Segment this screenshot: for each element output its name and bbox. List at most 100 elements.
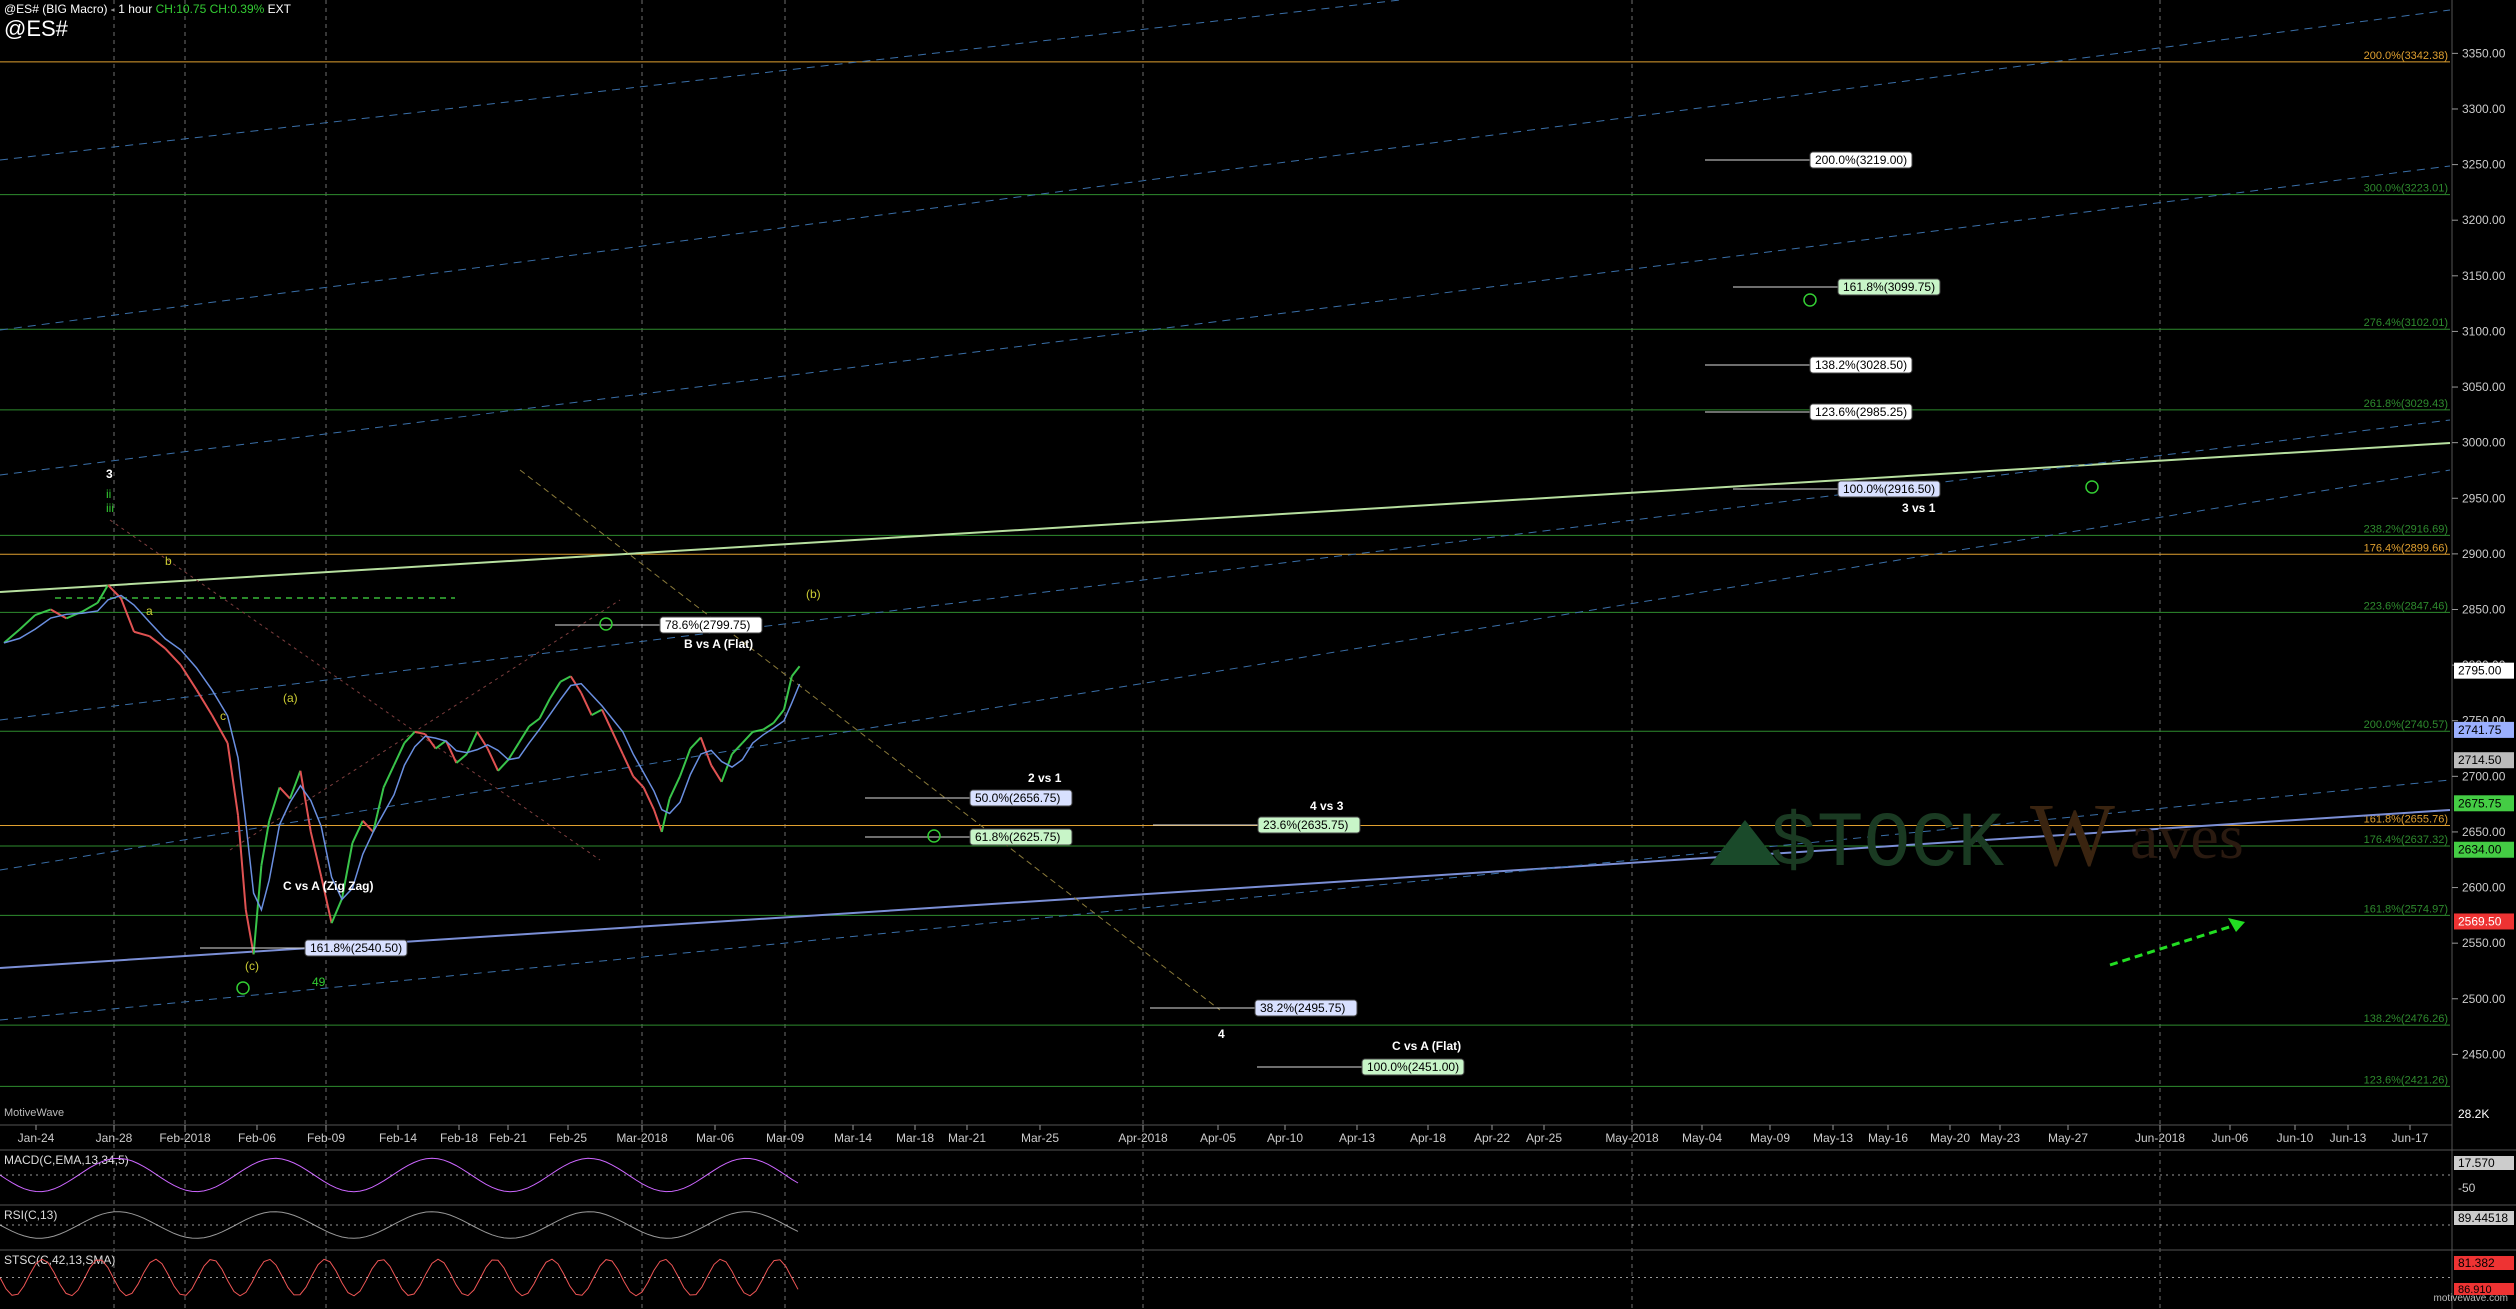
chart-title: @ES# (BIG Macro) - 1 hour: [4, 2, 153, 16]
x-tick-label: Jun-06: [2212, 1131, 2249, 1145]
target-label: 123.6%(2985.25): [1815, 405, 1907, 419]
wave-label: a: [146, 604, 153, 618]
target-label: 100.0%(2916.50): [1843, 482, 1935, 496]
wave-label: iii: [106, 501, 114, 515]
price-segment: [720, 753, 733, 783]
wave-label: 3: [106, 467, 113, 481]
wave-label: (b): [806, 587, 821, 601]
target-label: 78.6%(2799.75): [665, 618, 750, 632]
target-label: 200.0%(3219.00): [1815, 153, 1907, 167]
x-tick-label: Mar-18: [896, 1131, 934, 1145]
y-tick-label: 3050.00: [2462, 380, 2506, 394]
x-tick-label: Feb-25: [549, 1131, 587, 1145]
x-tick-label: Feb-21: [489, 1131, 527, 1145]
y-tick-label: 3250.00: [2462, 158, 2506, 172]
channel-line: [0, 0, 1405, 161]
projection-dashed: [519, 469, 1221, 1011]
y-tick-label: 2950.00: [2462, 491, 2506, 505]
target-label: 23.6%(2635.75): [1263, 818, 1348, 832]
fib-level-label: 223.6%(2847.46): [2364, 600, 2448, 612]
wave-label: C vs A (Flat): [1392, 1039, 1461, 1053]
price-segment: [81, 601, 99, 613]
price-segment: [559, 675, 572, 683]
channel-line: [0, 9, 2451, 331]
fib-level-label: 276.4%(3102.01): [2364, 317, 2448, 329]
indicator-value: 17.570: [2458, 1156, 2495, 1170]
target-label: 100.0%(2451.00): [1367, 1060, 1459, 1074]
y-tick-label: 3200.00: [2462, 213, 2506, 227]
motivewave-footer: motivewave.com: [2433, 1293, 2508, 1304]
wave-circle: [2085, 480, 2099, 494]
projection-arrow: [2109, 920, 2246, 967]
x-tick-label: Mar-06: [696, 1131, 734, 1145]
x-tick-label: Mar-09: [766, 1131, 804, 1145]
svg-text:W: W: [2030, 786, 2115, 885]
price-tag-label: 2634.00: [2458, 843, 2502, 857]
y-tick-label: 3150.00: [2462, 269, 2506, 283]
target-label: 38.2%(2495.75): [1260, 1001, 1345, 1015]
price-tag-label: 2795.00: [2458, 664, 2502, 678]
fib-level-label: 161.8%(2574.97): [2364, 903, 2448, 915]
fib-level-label: 123.6%(2421.26): [2364, 1074, 2448, 1086]
y-tick-label: 2650.00: [2462, 825, 2506, 839]
y-tick-label: 3350.00: [2462, 46, 2506, 60]
price-segment: [642, 787, 655, 811]
indicator-value: 89.44518: [2458, 1211, 2508, 1225]
x-tick-label: Feb-14: [379, 1131, 417, 1145]
price-tag-label: 2741.75: [2458, 723, 2502, 737]
price-segment: [403, 731, 416, 744]
target-label: 161.8%(2540.50): [310, 941, 402, 955]
fib-level-label: 138.2%(2476.26): [2364, 1013, 2448, 1025]
wave-label: 2 vs 1: [1028, 771, 1062, 785]
price-series: [3, 584, 801, 955]
price-segment: [414, 730, 426, 736]
x-tick-label: Jun-17: [2392, 1131, 2429, 1145]
price-segment: [611, 731, 624, 755]
x-tick-label: Mar-21: [948, 1131, 986, 1145]
x-tick-label: Jun-10: [2277, 1131, 2314, 1145]
x-tick-label: Apr-25: [1526, 1131, 1562, 1145]
y-tick-label: 3300.00: [2462, 102, 2506, 116]
price-segment: [549, 681, 562, 699]
price-segment: [195, 689, 213, 716]
price-axis: 2450.00 2500.00 2550.00 2600.00 2650.00 2700.…: [2451, 0, 2516, 1309]
price-segment: [237, 815, 247, 910]
indicator-label: RSI(C,13): [4, 1208, 57, 1222]
price-segment: [507, 742, 520, 761]
price-segment: [653, 809, 663, 833]
price-tag-label: 2714.50: [2458, 753, 2502, 767]
wave-label: c: [220, 709, 226, 723]
x-tick-label: Feb-06: [238, 1131, 276, 1145]
price-segment: [330, 898, 343, 924]
price-segment: [362, 820, 374, 833]
y-tick-label: 3000.00: [2462, 436, 2506, 450]
price-tag-label: 2675.75: [2458, 796, 2502, 810]
y-tick-label: 2450.00: [2462, 1047, 2506, 1061]
channel-line: [0, 165, 2451, 476]
x-tick-label: Feb-09: [307, 1131, 345, 1145]
x-tick-label: Apr-22: [1474, 1131, 1510, 1145]
wave-label: B vs A (Flat): [684, 637, 753, 651]
projection-arrowhead: [2228, 918, 2245, 932]
symbol-label: @ES#: [4, 16, 68, 41]
x-tick-label: Jan-24: [18, 1131, 55, 1145]
wave-label: 4: [1218, 1027, 1225, 1041]
y-tick-label: 2700.00: [2462, 769, 2506, 783]
indicator-panels: MACD(C,EMA,13,34,5) 17.570 RSI(C,13) 89.445…: [0, 1149, 2516, 1297]
price-tag-label: 2569.50: [2458, 914, 2502, 928]
target-label: 50.0%(2656.75): [975, 791, 1060, 805]
motivewave-brand: MotiveWave: [4, 1107, 65, 1119]
price-segment: [486, 748, 499, 772]
x-tick-label: Apr-2018: [1118, 1131, 1168, 1145]
x-tick-label: May-2018: [1605, 1131, 1659, 1145]
bollinger-envelope: [229, 599, 621, 851]
fib-level-label: 200.0%(2740.57): [2364, 719, 2448, 731]
moving-average-line: [3, 594, 801, 912]
x-tick-label: Jun-13: [2330, 1131, 2367, 1145]
price-segment: [435, 739, 447, 750]
fib-level-label: 238.2%(2916.69): [2364, 523, 2448, 535]
grid-lines: [113, 0, 2161, 1309]
price-segment: [164, 647, 182, 666]
x-tick-label: Apr-18: [1410, 1131, 1446, 1145]
target-label: 61.8%(2625.75): [975, 830, 1060, 844]
